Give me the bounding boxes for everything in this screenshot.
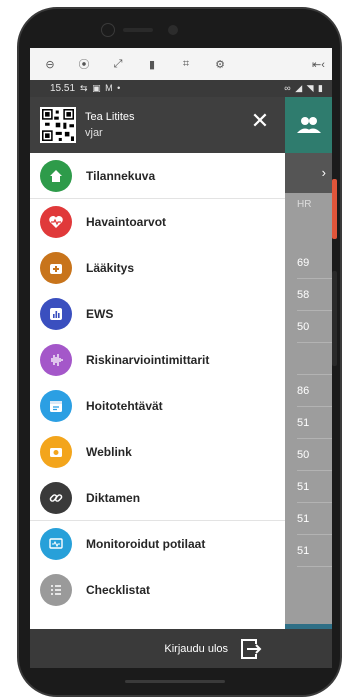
link-icon bbox=[40, 481, 72, 514]
menu-item-tilannekuva[interactable]: Tilannekuva bbox=[30, 153, 285, 199]
sensor-icon bbox=[101, 23, 115, 37]
status-bar: 15.51 ⇆ ▣ M • ∞ ◢ ◥ ▮ bbox=[30, 80, 332, 97]
menu-item-havaintoarvot[interactable]: Havaintoarvot bbox=[30, 199, 285, 245]
menu-item-label: Weblink bbox=[86, 445, 132, 459]
menu-item-hoitotehtavat[interactable]: Hoitotehtävät bbox=[30, 383, 285, 429]
bg-value: 50 bbox=[297, 311, 332, 343]
heart-pulse-icon bbox=[40, 206, 72, 238]
user-name: Tea Litites bbox=[85, 111, 135, 123]
status-time: 15.51 bbox=[50, 83, 76, 94]
minus-circle-icon[interactable]: ⊖ bbox=[44, 58, 56, 71]
hr-column-header: HR bbox=[297, 199, 312, 210]
close-icon[interactable]: ✕ bbox=[249, 110, 271, 132]
menu-item-riskinarviointimittarit[interactable]: Riskinarviointimittarit bbox=[30, 337, 285, 383]
chevron-right-icon[interactable]: › bbox=[285, 153, 332, 193]
calendar-icon bbox=[40, 390, 72, 422]
menu-item-label: Monitoroidut potilaat bbox=[86, 537, 206, 551]
power-button bbox=[332, 179, 337, 239]
qr-code-icon[interactable] bbox=[40, 107, 76, 143]
bg-value: 86 bbox=[297, 375, 332, 407]
collapse-icon[interactable]: ⇤‹ bbox=[312, 58, 325, 71]
menu-item-monitoroidut-potilaat[interactable]: Monitoroidut potilaat bbox=[30, 521, 285, 567]
device-screen: ⊖ ⦿ ⤢ ▮ ⌗ ⚙ ⇤‹ 15.51 ⇆ ▣ M • ∞ ◢ ◥ ▮ › H… bbox=[30, 48, 332, 668]
menu-item-label: Havaintoarvot bbox=[86, 215, 167, 229]
bg-value: 51 bbox=[297, 503, 332, 535]
menu-item-weblink[interactable]: Weblink bbox=[30, 429, 285, 475]
waveform-icon bbox=[40, 344, 72, 376]
remote-toolbar: ⊖ ⦿ ⤢ ▮ ⌗ ⚙ ⇤‹ bbox=[30, 48, 332, 80]
bg-value: 51 bbox=[297, 535, 332, 567]
user-id: vjar bbox=[85, 127, 103, 139]
group-icon[interactable] bbox=[296, 116, 321, 134]
front-camera-icon bbox=[168, 25, 178, 35]
user-info: Tea Litites vjar bbox=[85, 109, 135, 141]
bg-value: 69 bbox=[297, 247, 332, 279]
drawer-header: Tea Litites vjar ✕ bbox=[30, 97, 285, 153]
menu-item-laakitys[interactable]: Lääkitys bbox=[30, 245, 285, 291]
bg-value: 50 bbox=[297, 439, 332, 471]
logout-icon[interactable] bbox=[240, 638, 262, 660]
menu-item-label: Riskinarviointimittarit bbox=[86, 353, 210, 367]
menu-item-label: Checklistat bbox=[86, 583, 151, 597]
menu-item-label: Diktamen bbox=[86, 490, 141, 505]
home-icon bbox=[40, 159, 72, 192]
bg-value bbox=[297, 343, 332, 375]
navigation-drawer: Tea Litites vjar ✕ Tilannekuva Havaintoa… bbox=[30, 97, 285, 668]
bg-app-header bbox=[285, 97, 332, 153]
menu-item-ews[interactable]: EWS bbox=[30, 291, 285, 337]
menu-item-checklistat[interactable]: Checklistat bbox=[30, 567, 285, 613]
bg-value: 58 bbox=[297, 279, 332, 311]
home-indicator bbox=[125, 680, 225, 683]
scan-icon[interactable]: ⌗ bbox=[180, 58, 192, 71]
menu-item-label: EWS bbox=[86, 307, 114, 321]
bg-value-column: HR 69 58 50 86 51 50 51 51 51 bbox=[285, 193, 332, 567]
menu-item-diktamen[interactable]: Diktamen bbox=[30, 475, 285, 521]
background-app: › HR 69 58 50 86 51 50 51 51 51 bbox=[285, 97, 332, 668]
expand-icon[interactable]: ⤢ bbox=[112, 58, 124, 71]
checklist-icon bbox=[40, 574, 72, 606]
bg-value: 51 bbox=[297, 407, 332, 439]
volume-button bbox=[332, 271, 337, 366]
menu-item-label: Lääkitys bbox=[86, 261, 135, 275]
logout-label: Kirjaudu ulos bbox=[164, 642, 228, 655]
medical-kit-icon bbox=[40, 252, 72, 284]
menu-item-label: Tilannekuva bbox=[86, 168, 156, 183]
phone-icon[interactable]: ▮ bbox=[146, 58, 158, 71]
menu-item-label: Hoitotehtävät bbox=[86, 399, 163, 413]
drawer-menu: Tilannekuva Havaintoarvot Lääkitys EWS R… bbox=[30, 153, 285, 613]
monitor-icon bbox=[40, 528, 72, 560]
system-icons: ∞ ◢ ◥ ▮ bbox=[284, 83, 324, 93]
bar-chart-icon bbox=[40, 298, 72, 330]
camera-icon bbox=[40, 436, 72, 468]
broadcast-icon[interactable]: ⦿ bbox=[78, 56, 90, 72]
bg-value: 51 bbox=[297, 471, 332, 503]
settings-icon[interactable]: ⚙ bbox=[214, 58, 226, 71]
notification-icons: ⇆ ▣ M • bbox=[80, 83, 122, 93]
speaker-grille bbox=[123, 28, 153, 32]
logout-bar[interactable]: Kirjaudu ulos bbox=[30, 629, 332, 668]
